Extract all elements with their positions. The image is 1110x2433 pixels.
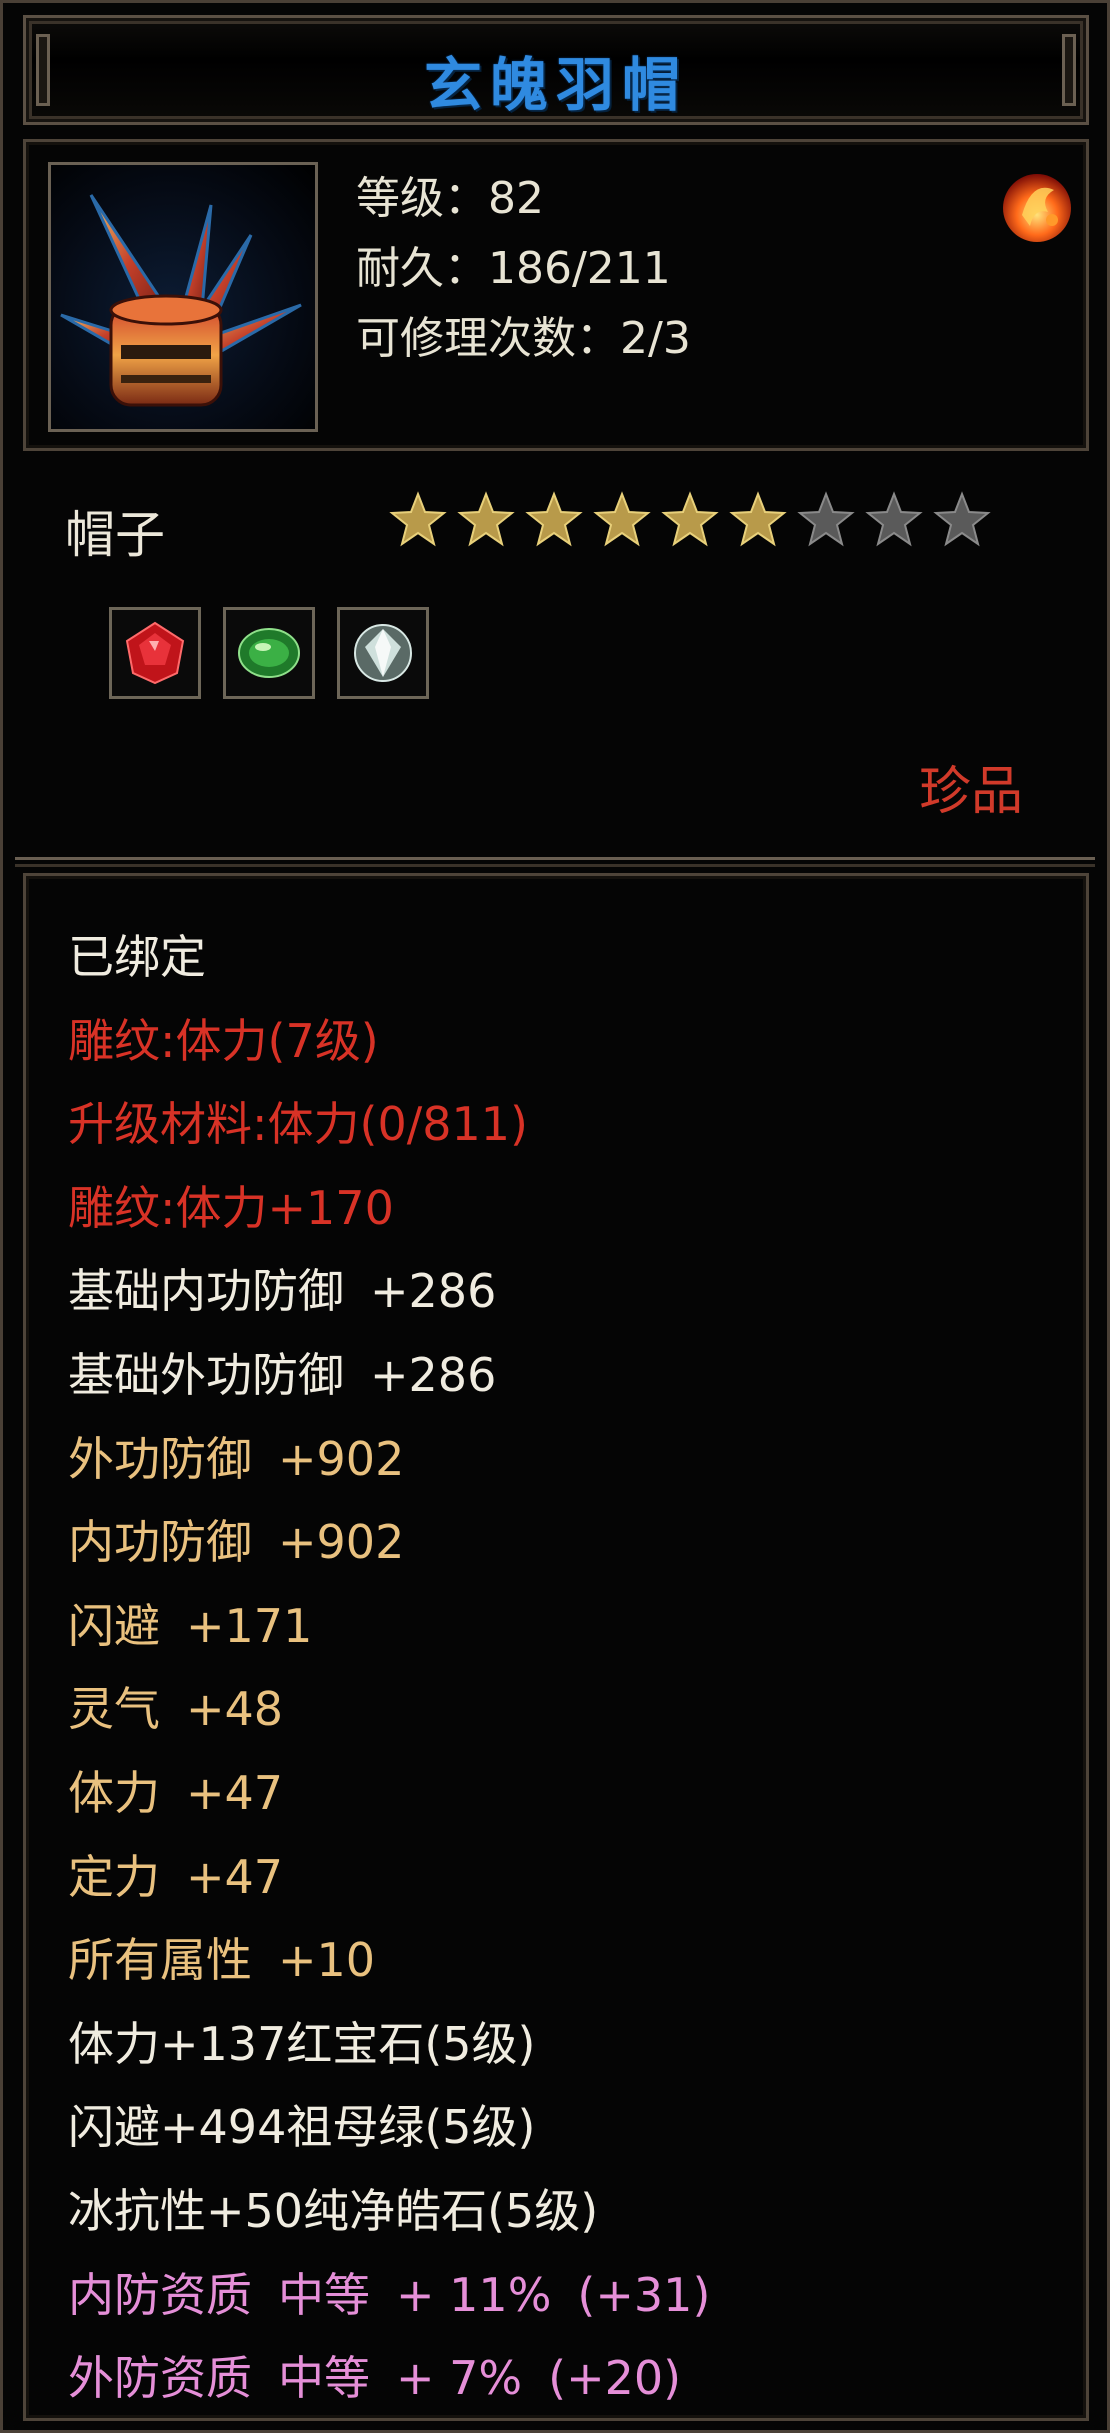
attribute-bonus: (+31) bbox=[577, 2267, 711, 2322]
attributes-panel: 已绑定雕纹:体力(7级) 升级材料:体力(0/811) 雕纹:体力+170 基础内功防… bbox=[23, 873, 1089, 2421]
attribute-grade: 中等 bbox=[278, 2267, 370, 2322]
attribute-label: 内防资质 bbox=[68, 2267, 252, 2322]
gem-slot-ruby bbox=[109, 607, 201, 699]
attribute-value: +10 bbox=[278, 1933, 376, 1988]
attribute-label: 闪避 bbox=[68, 1598, 160, 1653]
star-rating bbox=[389, 491, 991, 549]
attribute-line: 基础外功防御 +286 bbox=[68, 1334, 710, 1418]
attribute-line: 定力 +47 bbox=[68, 1836, 710, 1920]
attribute-label: 外防资质 bbox=[68, 2351, 252, 2406]
attribute-label: 基础内功防御 bbox=[68, 1264, 344, 1319]
gem-sockets bbox=[109, 607, 429, 699]
attribute-line: 升级材料:体力(0/811) bbox=[68, 1083, 710, 1167]
gem-slot-emerald bbox=[223, 607, 315, 699]
attribute-pct: + 7% bbox=[396, 2351, 523, 2406]
flame-icon bbox=[1003, 174, 1071, 242]
star-empty-icon bbox=[933, 491, 991, 547]
star-filled-icon bbox=[525, 491, 583, 547]
attribute-text: 闪避+494祖母绿(5级) bbox=[68, 2100, 536, 2155]
star-empty-icon bbox=[865, 491, 923, 547]
attribute-text: 雕纹:体力(7级) bbox=[68, 1013, 379, 1068]
attribute-line: 闪避+494祖母绿(5级) bbox=[68, 2086, 710, 2170]
item-icon bbox=[48, 162, 318, 432]
attribute-line: 内防资质 中等 + 11% (+31) bbox=[68, 2254, 710, 2338]
attribute-line: 体力+137红宝石(5级) bbox=[68, 2003, 710, 2087]
item-name: 玄魄羽帽 bbox=[423, 51, 688, 119]
star-filled-icon bbox=[729, 491, 787, 547]
item-header-panel: 等级：82 耐久：186/211 可修理次数：2/3 bbox=[23, 139, 1089, 451]
attribute-value: +286 bbox=[370, 1264, 497, 1319]
attribute-line: 雕纹:体力(7级) bbox=[68, 1000, 710, 1084]
attribute-line: 灵气 +48 bbox=[68, 1668, 710, 1752]
attribute-text: 冰抗性+50纯净皓石(5级) bbox=[68, 2183, 599, 2238]
green-emerald-gem-icon bbox=[238, 628, 300, 678]
attribute-line: 基础内功防御 +286 bbox=[68, 1250, 710, 1334]
star-filled-icon bbox=[457, 491, 515, 547]
item-level: 等级：82 bbox=[356, 173, 544, 224]
item-tooltip: 玄魄羽帽 等级：82 耐久：186/211 可修理次数：2/3 帽子 珍品 已绑… bbox=[0, 0, 1110, 2433]
attribute-value: +47 bbox=[186, 1765, 284, 1820]
attribute-value: +286 bbox=[370, 1347, 497, 1402]
attribute-label: 所有属性 bbox=[68, 1933, 252, 1988]
red-ruby-gem-icon bbox=[125, 621, 185, 685]
attribute-line: 内功防御 +902 bbox=[68, 1501, 710, 1585]
star-filled-icon bbox=[661, 491, 719, 547]
attribute-value: +902 bbox=[278, 1515, 405, 1570]
attribute-text: 已绑定 bbox=[68, 930, 206, 984]
attribute-value: +48 bbox=[186, 1682, 284, 1737]
attribute-label: 内功防御 bbox=[68, 1515, 252, 1570]
attribute-label: 体力 bbox=[68, 1765, 160, 1820]
attribute-bonus: (+20) bbox=[548, 2351, 682, 2406]
attribute-value: +47 bbox=[186, 1849, 284, 1904]
star-empty-icon bbox=[797, 491, 855, 547]
item-type: 帽子 bbox=[65, 506, 165, 564]
attribute-label: 定力 bbox=[68, 1849, 160, 1904]
attribute-line: 已绑定 bbox=[68, 916, 710, 1000]
attribute-line: 外功防御 +902 bbox=[68, 1418, 710, 1502]
attribute-list: 已绑定雕纹:体力(7级) 升级材料:体力(0/811) 雕纹:体力+170 基础内功防… bbox=[68, 916, 710, 2421]
title-bar: 玄魄羽帽 bbox=[23, 15, 1089, 125]
attribute-label: 外功防御 bbox=[68, 1431, 252, 1486]
attribute-line: 闪避 +171 bbox=[68, 1585, 710, 1669]
attribute-line: 冰抗性+50纯净皓石(5级) bbox=[68, 2170, 710, 2254]
attribute-label: 灵气 bbox=[68, 1682, 160, 1737]
attribute-line: 所有属性 +10 bbox=[68, 1919, 710, 2003]
attribute-line: 雕纹:体力+170 bbox=[68, 1167, 710, 1251]
item-durability: 耐久：186/211 bbox=[356, 243, 671, 294]
attribute-value: +171 bbox=[186, 1598, 313, 1653]
feathered-hat-icon bbox=[60, 194, 302, 407]
attribute-value: +902 bbox=[278, 1431, 405, 1486]
star-filled-icon bbox=[593, 491, 651, 547]
attribute-line: 体力 +47 bbox=[68, 1752, 710, 1836]
item-stats-summary: 等级：82 耐久：186/211 可修理次数：2/3 bbox=[356, 164, 691, 374]
attribute-text: 升级材料:体力(0/811) bbox=[68, 1097, 528, 1152]
attribute-label: 基础外功防御 bbox=[68, 1347, 344, 1402]
star-filled-icon bbox=[389, 491, 447, 547]
attribute-grade: 中等 bbox=[278, 2351, 370, 2406]
section-divider bbox=[15, 857, 1095, 867]
attribute-text: 体力+137红宝石(5级) bbox=[68, 2016, 536, 2071]
item-repair-count: 可修理次数：2/3 bbox=[356, 313, 691, 364]
item-rarity: 珍品 bbox=[918, 762, 1023, 822]
attribute-text: 雕纹:体力+170 bbox=[68, 1180, 394, 1235]
attribute-pct: + 11% bbox=[396, 2267, 552, 2322]
attribute-line: 外防资质 中等 + 7% (+20) bbox=[68, 2337, 710, 2421]
white-diamond-gem-icon bbox=[354, 624, 412, 682]
gem-slot-diamond bbox=[337, 607, 429, 699]
